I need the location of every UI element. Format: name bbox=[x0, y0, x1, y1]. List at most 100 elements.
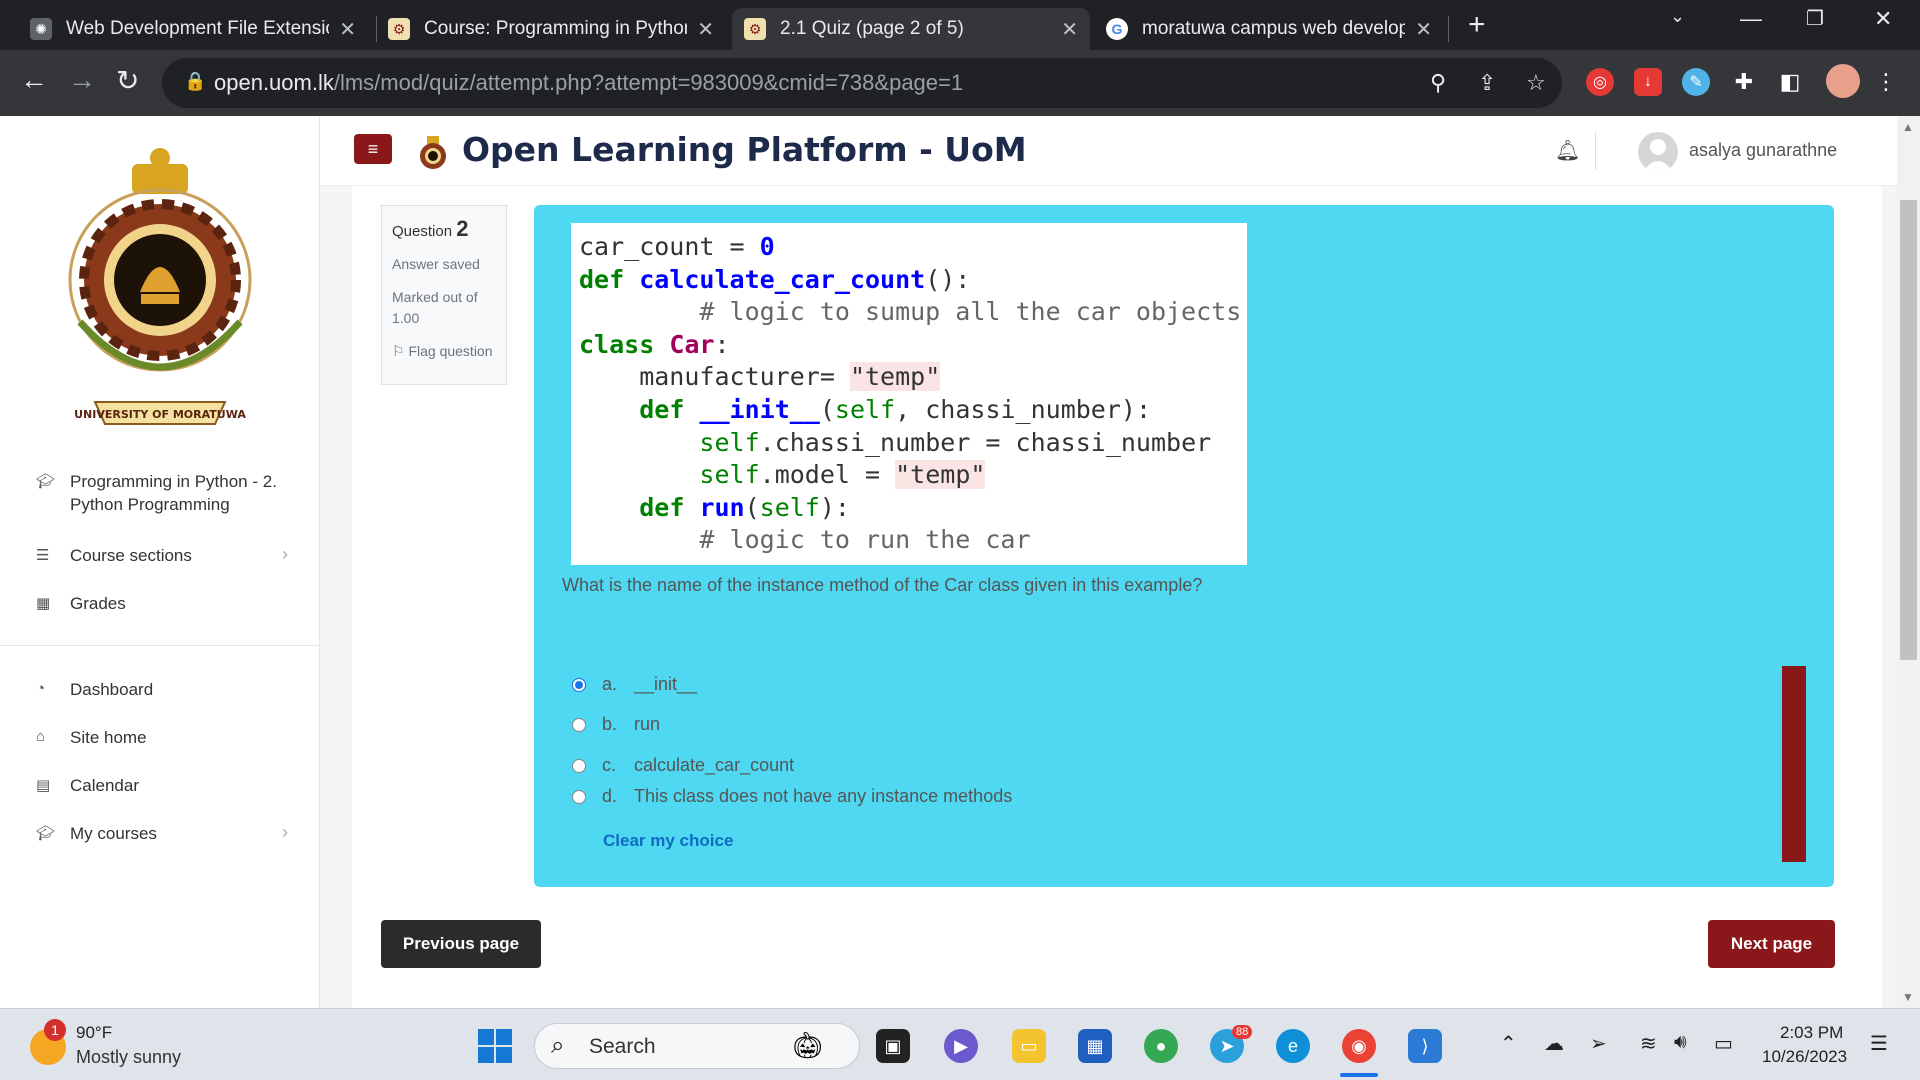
radio-button[interactable] bbox=[572, 758, 586, 773]
sidebar-item-site-home[interactable]: ⌂ Site home bbox=[36, 726, 147, 749]
dashboard-icon: ◔ bbox=[36, 680, 46, 697]
uom-crest-icon: ⚙ bbox=[744, 18, 766, 40]
site-title[interactable]: Open Learning Platform - UoM bbox=[462, 130, 1027, 169]
sidebar-item-calendar[interactable]: ▤ Calendar bbox=[36, 774, 139, 797]
taskbar-search-box[interactable]: ⌕ Search 🎃︎ bbox=[534, 1023, 860, 1069]
answer-option-c[interactable]: c. calculate_car_count bbox=[572, 755, 794, 776]
chrome-profile-icon[interactable]: ● bbox=[1144, 1029, 1178, 1063]
chatgpt-icon: ✺ bbox=[30, 18, 52, 40]
microsoft-store-icon[interactable]: ▦ bbox=[1078, 1029, 1112, 1063]
wifi-icon[interactable]: ≋ bbox=[1640, 1031, 1657, 1056]
sidebar: UNIVERSITY OF MORATUWA 🎓︎ Programming in… bbox=[0, 116, 320, 1008]
previous-page-button[interactable]: Previous page bbox=[381, 920, 541, 968]
clear-choice-link[interactable]: Clear my choice bbox=[603, 831, 733, 851]
reload-icon[interactable]: ↻ bbox=[116, 64, 139, 97]
radio-button[interactable] bbox=[572, 789, 586, 804]
answer-option-a[interactable]: a. __init__ bbox=[572, 674, 697, 695]
close-tab-icon[interactable]: ✕ bbox=[1061, 17, 1078, 42]
scrollbar-thumb[interactable] bbox=[1900, 200, 1917, 660]
user-name[interactable]: asalya gunarathne bbox=[1689, 140, 1837, 161]
tab-moratuwa-search[interactable]: G moratuwa campus web develop ✕ bbox=[1094, 8, 1444, 50]
side-panel-icon[interactable]: ◧ bbox=[1776, 68, 1804, 96]
tab-search-chevron-icon[interactable]: ⌄ bbox=[1670, 6, 1685, 27]
file-explorer-icon[interactable]: ▭ bbox=[1012, 1029, 1046, 1063]
browser-toolbar: ← → ↻ 🔒 open.uom.lk/lms/mod/quiz/attempt… bbox=[0, 50, 1920, 116]
location-arrow-icon[interactable]: ➢ bbox=[1590, 1031, 1607, 1056]
scroll-down-icon[interactable]: ▼ bbox=[1902, 990, 1914, 1004]
next-page-button[interactable]: Next page bbox=[1708, 920, 1835, 968]
tab-quiz[interactable]: ⚙ 2.1 Quiz (page 2 of 5) ✕ bbox=[732, 8, 1090, 50]
edge-icon[interactable]: e bbox=[1276, 1029, 1310, 1063]
close-tab-icon[interactable]: ✕ bbox=[339, 17, 356, 42]
question-info: Question 2 Answer saved Marked out of 1.… bbox=[381, 205, 507, 385]
task-view-icon[interactable]: ▣ bbox=[876, 1029, 910, 1063]
notification-bell-icon[interactable]: 🔔︎ bbox=[1555, 138, 1580, 163]
weather-condition[interactable]: Mostly sunny bbox=[76, 1047, 181, 1068]
windows-start-icon[interactable] bbox=[478, 1029, 512, 1063]
menu-toggle-button[interactable]: ≡ bbox=[354, 134, 392, 164]
radio-button[interactable] bbox=[572, 717, 586, 732]
sidebar-item-dashboard[interactable]: ◔ Dashboard bbox=[36, 678, 153, 701]
scroll-up-icon[interactable]: ▲ bbox=[1902, 120, 1914, 134]
forward-arrow-icon[interactable]: → bbox=[68, 64, 96, 96]
calendar-icon: ▤ bbox=[36, 777, 51, 794]
weather-badge: 1 bbox=[44, 1019, 66, 1041]
tray-chevron-up-icon[interactable]: ⌃ bbox=[1500, 1031, 1517, 1056]
answer-option-b[interactable]: b. run bbox=[572, 714, 660, 735]
tab-web-development[interactable]: ✺ Web Development File Extension ✕ bbox=[18, 8, 368, 50]
share-icon[interactable]: ⇪ bbox=[1478, 70, 1496, 96]
tab-course-programming[interactable]: ⚙ Course: Programming in Python ✕ bbox=[376, 8, 726, 50]
chevron-right-icon: › bbox=[282, 822, 288, 842]
notification-center-icon[interactable]: ☰ bbox=[1870, 1031, 1888, 1056]
teams-chat-icon[interactable]: ▶ bbox=[944, 1029, 978, 1063]
list-icon: ☰ bbox=[36, 547, 50, 564]
zoom-icon[interactable]: ⚲ bbox=[1430, 70, 1446, 96]
graduation-cap-icon: 🎓︎ bbox=[36, 825, 56, 842]
new-tab-plus-icon[interactable]: + bbox=[1468, 8, 1486, 42]
chrome-menu-icon[interactable]: ⋮ bbox=[1872, 68, 1900, 96]
radio-button[interactable] bbox=[572, 677, 586, 692]
extensions-puzzle-icon[interactable]: ✚ bbox=[1730, 68, 1758, 96]
windows-taskbar: 1 90°F Mostly sunny ⌕ Search 🎃︎ ▣ ▶ ▭ ▦ … bbox=[0, 1008, 1920, 1080]
minimize-icon[interactable]: — bbox=[1740, 6, 1762, 32]
user-avatar[interactable] bbox=[1638, 132, 1678, 172]
close-tab-icon[interactable]: ✕ bbox=[697, 17, 714, 42]
sidebar-item-my-courses[interactable]: 🎓︎ My courses › bbox=[36, 822, 296, 845]
code-snippet: car_count = 0 def calculate_car_count(): … bbox=[571, 223, 1247, 565]
sidebar-item-grades[interactable]: ▦ Grades bbox=[36, 592, 126, 615]
lock-icon: 🔒 bbox=[184, 71, 207, 91]
extension-download-icon[interactable]: ↓ bbox=[1634, 68, 1662, 96]
battery-icon[interactable]: ▭ bbox=[1714, 1031, 1733, 1056]
sidebar-course-link[interactable]: 🎓︎ Programming in Python - 2. Python Pro… bbox=[36, 470, 290, 516]
question-state: Answer saved bbox=[392, 256, 480, 272]
code-line: # logic to sumup all the car objects bbox=[579, 297, 1242, 327]
chevron-right-icon: › bbox=[282, 544, 288, 564]
close-tab-icon[interactable]: ✕ bbox=[1415, 17, 1432, 42]
clock-time[interactable]: 2:03 PM bbox=[1780, 1023, 1843, 1043]
clock-date[interactable]: 10/26/2023 bbox=[1762, 1047, 1847, 1067]
code-line: class Car: bbox=[579, 329, 730, 359]
answer-option-d[interactable]: d. This class does not have any instance… bbox=[572, 786, 1012, 807]
volume-icon[interactable]: 🔊︎ bbox=[1674, 1031, 1687, 1054]
code-line: self.chassi_number = chassi_number bbox=[699, 427, 1212, 457]
telegram-badge: 88 bbox=[1232, 1025, 1253, 1039]
profile-avatar-icon[interactable] bbox=[1826, 64, 1860, 98]
vscode-icon[interactable]: ⟩ bbox=[1408, 1029, 1442, 1063]
question-text: What is the name of the instance method … bbox=[562, 575, 1203, 595]
extension-pen-icon[interactable]: ✎ bbox=[1682, 68, 1710, 96]
code-line: self.model = "temp" bbox=[699, 460, 986, 490]
weather-temperature[interactable]: 90°F bbox=[76, 1023, 112, 1043]
back-arrow-icon[interactable]: ← bbox=[20, 64, 48, 96]
code-line: def __init__(self, chassi_number): bbox=[639, 394, 1152, 424]
sidebar-item-course-sections[interactable]: ☰ Course sections › bbox=[36, 544, 296, 567]
bookmark-star-icon[interactable]: ☆ bbox=[1526, 70, 1546, 96]
address-bar[interactable]: 🔒 open.uom.lk/lms/mod/quiz/attempt.php?a… bbox=[162, 58, 1562, 108]
close-window-icon[interactable]: ✕ bbox=[1874, 6, 1892, 32]
question-number: Question 2 bbox=[392, 216, 469, 241]
flag-question-link[interactable]: ⚐ Flag question bbox=[392, 341, 496, 362]
extension-target-icon[interactable]: ◎ bbox=[1586, 68, 1614, 96]
url-text[interactable]: open.uom.lk/lms/mod/quiz/attempt.php?att… bbox=[214, 70, 963, 96]
restore-icon[interactable]: ❐ bbox=[1806, 6, 1824, 31]
onedrive-cloud-icon[interactable]: ☁ bbox=[1544, 1031, 1564, 1056]
chrome-icon[interactable]: ◉ bbox=[1342, 1029, 1376, 1063]
